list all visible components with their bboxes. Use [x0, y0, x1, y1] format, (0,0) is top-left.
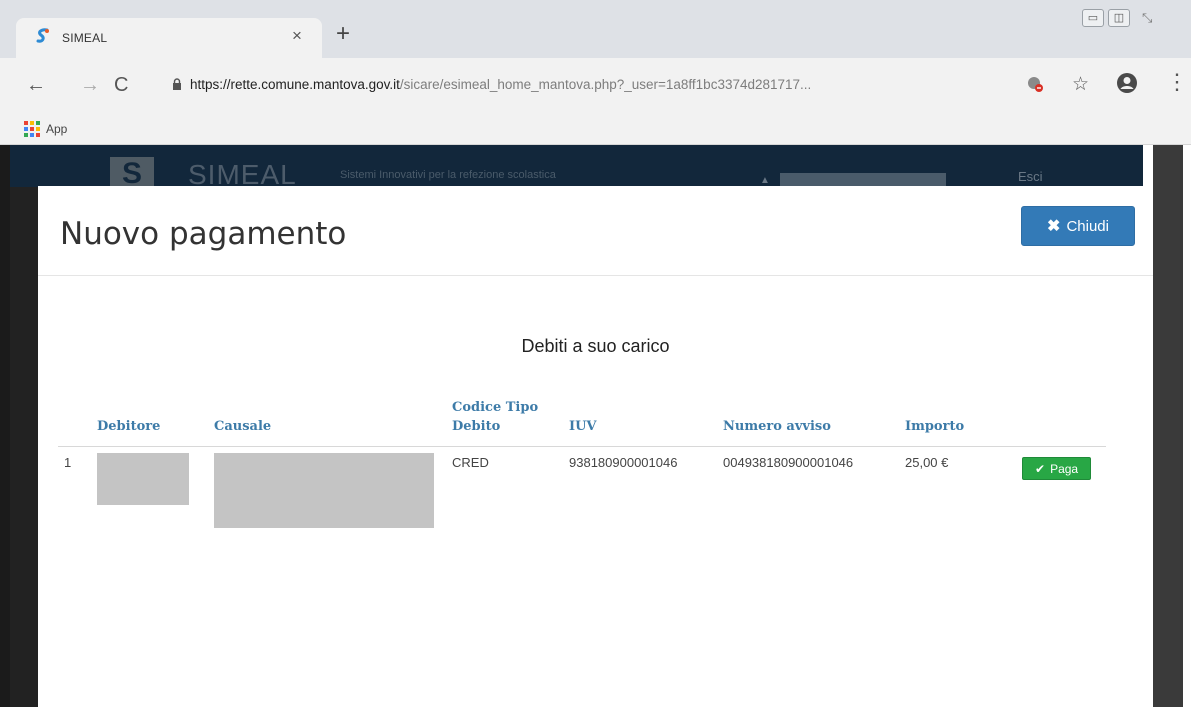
simeal-favicon-icon — [36, 28, 49, 43]
debts-section-title: Debiti a suo carico — [521, 336, 670, 356]
close-tab-icon[interactable]: × — [292, 27, 302, 45]
apps-dot — [30, 121, 34, 125]
col-header-codice-tipo-debito[interactable]: Codice Tipo Debito — [446, 398, 563, 447]
cookie-blocked-icon[interactable] — [1026, 75, 1044, 93]
importo-cell: 25,00 € — [905, 455, 949, 470]
close-button-label: Chiudi — [1066, 217, 1109, 235]
row-index: 1 — [64, 455, 72, 470]
causale-cell — [208, 447, 446, 537]
restore-window-icon[interactable]: ◫ — [1108, 9, 1130, 27]
apps-dot — [24, 127, 28, 131]
table-header-row: Debitore Causale Codice Tipo Debito IUV N… — [58, 398, 1106, 447]
apps-dot — [30, 133, 34, 137]
browser-toolbar: ← → C https://rette.comune.mantova.gov.i… — [0, 58, 1191, 115]
action-cell: ✔ Paga — [1016, 447, 1106, 537]
new-tab-button[interactable]: + — [336, 22, 350, 46]
scrollbar-track[interactable] — [1153, 145, 1183, 707]
close-icon: ✖ — [1047, 218, 1061, 235]
url-path: /sicare/esimeal_home_mantova.php?_user=1… — [399, 77, 812, 92]
table-row: 1 CRED 938180900001046 00493818090000104… — [58, 447, 1106, 537]
codice-tipo-line1: Codice Tipo — [452, 400, 539, 415]
causale-redacted — [214, 453, 434, 528]
pay-button[interactable]: ✔ Paga — [1022, 457, 1092, 480]
codice-tipo-line2: Debito — [452, 419, 501, 434]
debitore-cell — [91, 447, 208, 537]
col-header-iuv[interactable]: IUV — [563, 398, 717, 447]
forward-arrow-icon[interactable]: → — [80, 74, 100, 96]
col-header-importo[interactable]: Importo — [899, 398, 1016, 447]
lock-icon — [173, 78, 181, 90]
debts-table: Debitore Causale Codice Tipo Debito IUV N… — [58, 398, 1106, 536]
apps-dot — [30, 127, 34, 131]
reload-icon[interactable]: C — [114, 74, 128, 96]
modal-title: Nuovo pagamento — [60, 216, 347, 252]
tab-strip: SIMEAL × + ▭ ◫ ⤡ — [0, 0, 1191, 58]
logout-link[interactable]: Esci — [1018, 169, 1043, 184]
debitore-redacted — [97, 453, 189, 505]
check-icon: ✔ — [1035, 461, 1046, 476]
address-bar[interactable]: https://rette.comune.mantova.gov.it/sica… — [150, 66, 1000, 102]
apps-grid-icon[interactable] — [24, 121, 40, 137]
modal-header: Nuovo pagamento ✖ Chiudi — [38, 186, 1153, 276]
numero-avviso-cell: 004938180900001046 — [723, 455, 854, 470]
user-caret-icon: ▲ — [760, 175, 770, 186]
kebab-menu-icon[interactable]: ⋮ — [1166, 70, 1188, 94]
app-subtitle: Sistemi Innovativi per la refezione scol… — [340, 169, 556, 181]
tab-title: SIMEAL — [62, 31, 108, 45]
close-window-icon[interactable]: ⤡ — [1142, 10, 1152, 26]
apps-dot — [24, 121, 28, 125]
window-controls: ▭ ◫ ⤡ — [1082, 6, 1191, 30]
url-host: https://rette.comune.mantova.gov.it — [190, 77, 400, 92]
bookmark-star-icon[interactable]: ☆ — [1072, 73, 1089, 96]
minimize-window-icon[interactable]: ▭ — [1082, 9, 1104, 27]
backdrop-left — [0, 145, 10, 707]
iuv-cell: 938180900001046 — [569, 455, 678, 470]
codice-tipo-cell: CRED — [452, 455, 489, 470]
profile-icon[interactable] — [1116, 72, 1138, 94]
col-header-numero-avviso[interactable]: Numero avviso — [717, 398, 899, 447]
close-modal-button[interactable]: ✖ Chiudi — [1021, 206, 1135, 246]
col-header-index — [58, 398, 91, 447]
col-header-causale[interactable]: Causale — [208, 398, 446, 447]
browser-window: SIMEAL × + ▭ ◫ ⤡ ← → C https://rette.com… — [0, 0, 1191, 707]
simeal-logo: S — [110, 157, 154, 190]
app-navbar: S SIMEAL Sistemi Innovativi per la refez… — [10, 145, 1143, 190]
back-arrow-icon[interactable]: ← — [26, 74, 46, 96]
url-text: https://rette.comune.mantova.gov.it/sica… — [190, 77, 811, 92]
col-header-debitore[interactable]: Debitore — [91, 398, 208, 447]
pay-button-label: Paga — [1050, 461, 1079, 476]
apps-dot — [36, 127, 40, 131]
col-header-action — [1016, 398, 1106, 447]
bookmarks-bar: App — [0, 115, 1191, 145]
new-payment-modal: Nuovo pagamento ✖ Chiudi Debiti a suo ca… — [38, 186, 1153, 707]
apps-dot — [36, 133, 40, 137]
apps-bookmark-label[interactable]: App — [46, 122, 67, 136]
browser-tab[interactable]: SIMEAL × — [16, 18, 322, 58]
apps-dot — [24, 133, 28, 137]
apps-dot — [36, 121, 40, 125]
